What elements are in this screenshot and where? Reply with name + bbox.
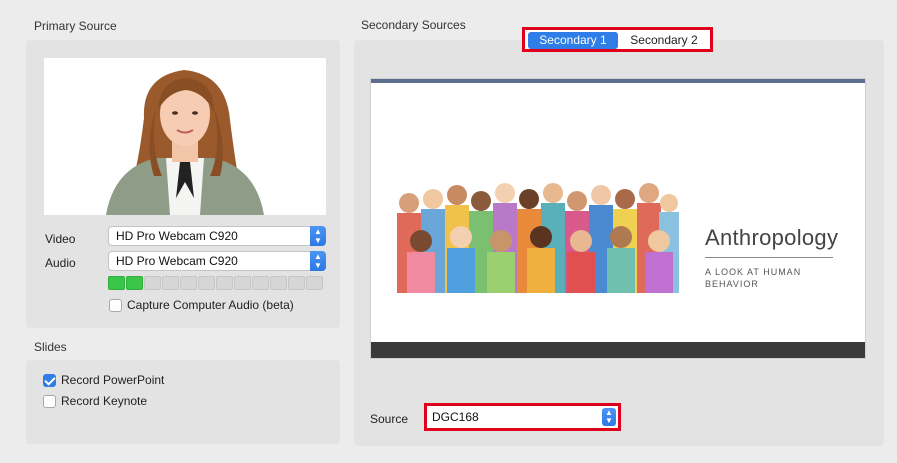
slide-window-titlebar: [371, 79, 865, 83]
record-keynote-checkbox[interactable]: [43, 394, 56, 408]
slide-title: Anthropology: [705, 225, 839, 250]
record-powerpoint-option[interactable]: Record PowerPoint: [43, 373, 164, 387]
presenter-image: [44, 58, 326, 215]
meter-segment: [234, 276, 251, 290]
meter-segment: [198, 276, 215, 290]
meter-segment: [288, 276, 305, 290]
video-label: Video: [45, 232, 76, 246]
meter-segment: [180, 276, 197, 290]
meter-segment: [162, 276, 179, 290]
secondary-sources-title: Secondary Sources: [361, 18, 466, 32]
meter-segment: [126, 276, 143, 290]
crowd-illustration: [397, 183, 679, 293]
record-keynote-label: Record Keynote: [61, 394, 148, 408]
source-select[interactable]: DGC168 ▲ ▼: [424, 403, 621, 431]
source-select-value: DGC168: [432, 410, 479, 424]
webcam-preview: [44, 58, 326, 215]
video-select-value: HD Pro Webcam C920: [116, 229, 238, 243]
meter-segment: [216, 276, 233, 290]
tab-secondary-1[interactable]: Secondary 1: [528, 32, 618, 49]
slide-subtitle: A LOOK AT HUMAN BEHAVIOR: [705, 267, 802, 289]
updown-chevron-icon: ▲ ▼: [310, 251, 326, 271]
secondary-preview: Anthropology A LOOK AT HUMAN BEHAVIOR: [370, 78, 866, 359]
capture-audio-label: Capture Computer Audio (beta): [127, 298, 294, 312]
audio-select[interactable]: HD Pro Webcam C920 ▲ ▼: [108, 251, 326, 271]
source-label: Source: [370, 412, 409, 426]
updown-chevron-icon: ▲ ▼: [602, 408, 616, 426]
updown-chevron-icon: ▲ ▼: [310, 226, 326, 246]
secondary-tabs: Secondary 1 Secondary 2: [522, 27, 713, 52]
meter-segment: [306, 276, 323, 290]
audio-select-value: HD Pro Webcam C920: [116, 254, 238, 268]
record-powerpoint-checkbox[interactable]: [43, 373, 56, 387]
video-select[interactable]: HD Pro Webcam C920 ▲ ▼: [108, 226, 326, 246]
record-powerpoint-label: Record PowerPoint: [61, 373, 165, 387]
slides-title: Slides: [34, 340, 67, 354]
meter-segment: [252, 276, 269, 290]
meter-segment: [108, 276, 125, 290]
capture-audio-checkbox[interactable]: [109, 298, 122, 312]
slide-window-statusbar: [371, 342, 865, 358]
meter-segment: [144, 276, 161, 290]
record-keynote-option[interactable]: Record Keynote: [43, 394, 147, 408]
tab-secondary-2[interactable]: Secondary 2: [620, 32, 708, 49]
primary-source-title: Primary Source: [34, 19, 117, 33]
meter-segment: [270, 276, 287, 290]
audio-level-meter: [108, 276, 323, 290]
audio-label: Audio: [45, 256, 76, 270]
slide-divider: [705, 257, 833, 258]
capture-audio-option[interactable]: Capture Computer Audio (beta): [109, 298, 294, 312]
